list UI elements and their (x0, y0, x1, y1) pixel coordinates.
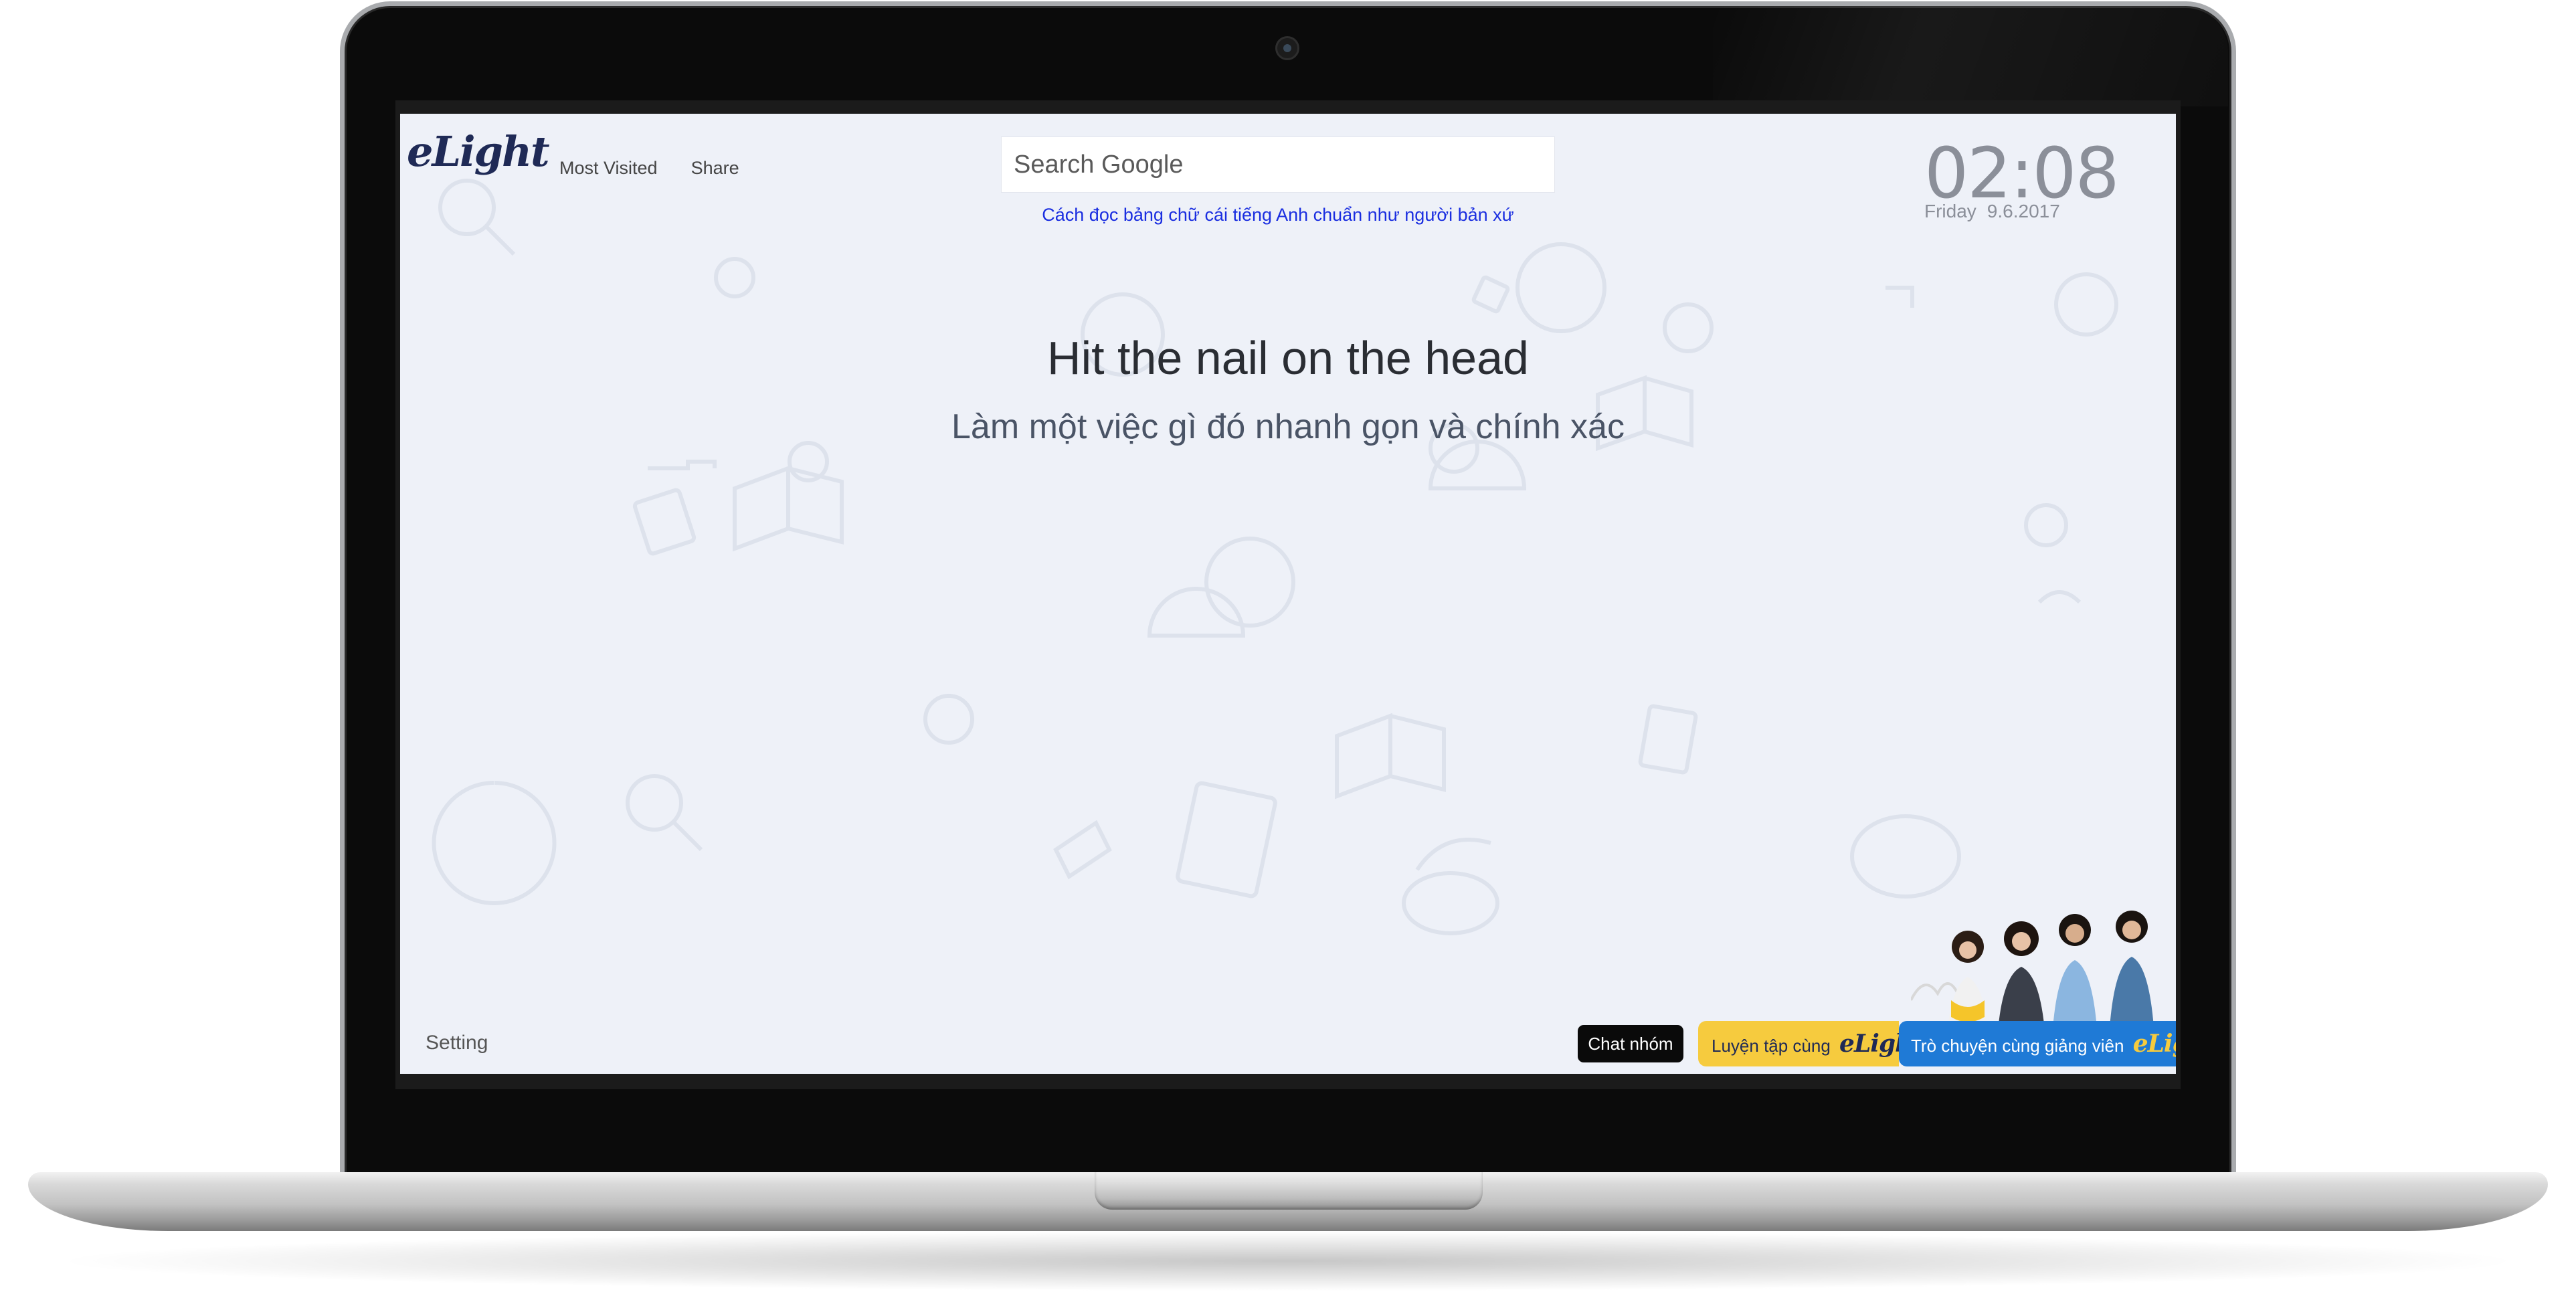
clock-date: Friday 9.6.2017 (1924, 201, 2060, 222)
webcam-icon (1275, 36, 1299, 60)
laptop-shadow (47, 1231, 2529, 1291)
new-tab-page: eLight Most Visited Share Cách đọc bảng … (400, 114, 2176, 1074)
talk-label: Trò chuyện cùng giảng viên (1911, 1036, 2124, 1056)
elight-logo: eLight (407, 127, 550, 176)
share-link[interactable]: Share (691, 158, 739, 179)
lid-gloss (1713, 6, 2228, 106)
search-input[interactable] (1001, 136, 1555, 193)
idiom-meaning: Làm một việc gì đó nhanh gọn và chính xá… (951, 407, 1625, 446)
top-nav: Most Visited Share (559, 158, 739, 179)
idiom-phrase: Hit the nail on the head (1047, 332, 1529, 384)
practice-label: Luyện tập cùng (1712, 1036, 1831, 1056)
date-label: 9.6.2017 (1987, 201, 2060, 221)
weekday-label: Friday (1924, 201, 1976, 221)
setting-button[interactable]: Setting (426, 1032, 488, 1054)
practice-with-elight-button[interactable]: Luyện tập cùng eLight (1698, 1021, 1923, 1066)
talk-with-teacher-button[interactable]: Trò chuyện cùng giảng viên eLight (1899, 1021, 2176, 1066)
laptop-base-notch (1095, 1172, 1483, 1210)
background-doodle-pattern (432, 179, 2118, 935)
tip-link[interactable]: Cách đọc bảng chữ cái tiếng Anh chuẩn nh… (1001, 205, 1555, 225)
most-visited-link[interactable]: Most Visited (559, 158, 658, 179)
group-chat-button[interactable]: Chat nhóm (1578, 1025, 1683, 1062)
talk-brand-logo: eLight (2132, 1030, 2176, 1058)
